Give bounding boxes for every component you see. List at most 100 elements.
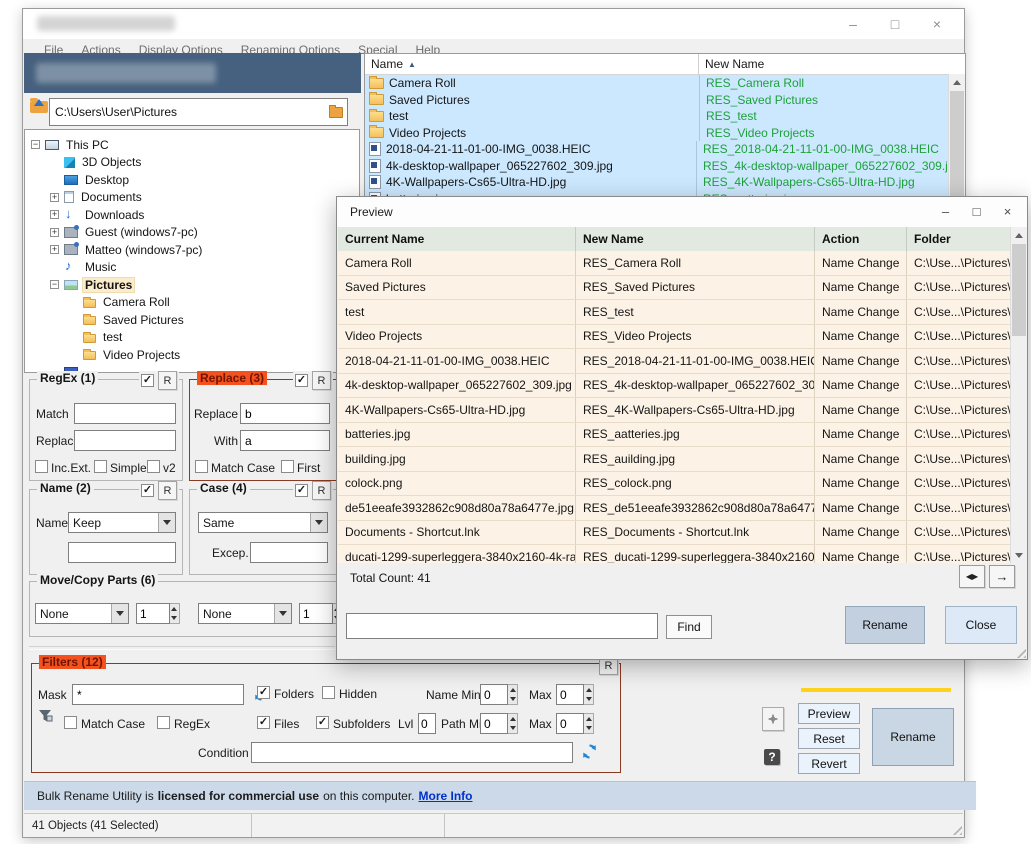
maximize-button[interactable]: □ — [874, 13, 916, 35]
filters-regex-checkbox[interactable] — [157, 716, 170, 729]
dropdown-arrow-icon[interactable] — [158, 513, 175, 532]
tree-expand-icon[interactable]: + — [50, 228, 59, 237]
browse-folder-icon[interactable] — [329, 107, 343, 118]
tree-item[interactable]: +Documents — [25, 189, 359, 207]
replace-enabled-checkbox[interactable] — [295, 374, 308, 387]
filters-name-min-input[interactable] — [480, 684, 508, 705]
spinner-arrows-icon[interactable] — [584, 713, 594, 734]
move-copy-spinner-2-input[interactable] — [299, 603, 333, 624]
move-copy-dropdown-2[interactable]: None — [198, 603, 292, 624]
tree-expand-icon[interactable]: + — [50, 210, 59, 219]
dropdown-arrow-icon[interactable] — [111, 604, 128, 623]
filters-match-case-checkbox[interactable] — [64, 716, 77, 729]
reset-button[interactable]: Reset — [798, 728, 860, 749]
name-enabled-checkbox[interactable] — [141, 484, 154, 497]
close-button[interactable]: × — [916, 13, 958, 35]
rename-button[interactable]: Rename — [872, 708, 954, 766]
case-excep-input[interactable] — [250, 542, 328, 563]
case-reset-button[interactable]: R — [312, 481, 331, 500]
filters-folders-checkbox[interactable] — [257, 686, 270, 699]
regex-simple-checkbox[interactable] — [94, 460, 107, 473]
revert-button[interactable]: Revert — [798, 753, 860, 774]
refresh-icon[interactable] — [582, 744, 597, 759]
regex-incext-checkbox[interactable] — [35, 460, 48, 473]
file-row[interactable]: testRES_test — [365, 108, 965, 125]
replace-with-input[interactable] — [240, 430, 330, 451]
scroll-up-icon[interactable] — [1011, 227, 1027, 243]
tree-item[interactable]: Music — [25, 259, 359, 277]
spinner-arrows-icon[interactable] — [170, 603, 180, 624]
scrollbar-thumb[interactable] — [1012, 244, 1026, 336]
tree-collapse-icon[interactable]: − — [50, 280, 59, 289]
expand-panels-button[interactable] — [762, 707, 784, 731]
filters-subfolders-checkbox[interactable] — [316, 716, 329, 729]
dialog-resize-grip[interactable] — [1013, 645, 1026, 658]
move-copy-dropdown-1[interactable]: None — [35, 603, 129, 624]
filters-name-min-spinner[interactable] — [480, 684, 518, 705]
filters-path-max-spinner[interactable] — [556, 713, 594, 734]
file-row[interactable]: Saved PicturesRES_Saved Pictures — [365, 92, 965, 109]
tree-item[interactable]: −Pictures — [25, 276, 359, 294]
minimize-button[interactable]: – — [832, 13, 874, 35]
tree-item[interactable]: Desktop — [25, 171, 359, 189]
filters-path-min-spinner[interactable] — [480, 713, 518, 734]
case-enabled-checkbox[interactable] — [295, 484, 308, 497]
preview-scrollbar[interactable] — [1010, 227, 1027, 563]
dialog-close-button[interactable]: × — [992, 199, 1023, 223]
filters-path-max-input[interactable] — [556, 713, 584, 734]
find-input[interactable] — [346, 613, 658, 639]
regex-replace-input[interactable] — [74, 430, 176, 451]
dialog-close-action-button[interactable]: Close — [945, 606, 1017, 644]
replace-input[interactable] — [240, 403, 330, 424]
scroll-down-icon[interactable] — [1011, 547, 1027, 563]
replace-reset-button[interactable]: R — [312, 371, 331, 390]
regex-reset-button[interactable]: R — [158, 371, 177, 390]
spinner-arrows-icon[interactable] — [584, 684, 594, 705]
filters-hidden-checkbox[interactable] — [322, 686, 335, 699]
regex-enabled-checkbox[interactable] — [141, 374, 154, 387]
tree-item[interactable]: +Downloads — [25, 206, 359, 224]
tree-collapse-icon[interactable]: − — [31, 140, 40, 149]
regex-match-input[interactable] — [74, 403, 176, 424]
folder-up-icon[interactable] — [30, 101, 48, 113]
filters-condition-input[interactable] — [251, 742, 573, 763]
file-row[interactable]: 4k-desktop-wallpaper_065227602_309.jpgRE… — [365, 158, 965, 175]
filters-lvl-input[interactable] — [418, 713, 436, 734]
spinner-arrows-icon[interactable] — [508, 713, 518, 734]
name-dropdown[interactable]: Keep — [68, 512, 176, 533]
filters-mask-input[interactable] — [72, 684, 244, 705]
replace-match-case-checkbox[interactable] — [195, 460, 208, 473]
dropdown-arrow-icon[interactable] — [274, 604, 291, 623]
fit-columns-icon[interactable]: ◀▶ — [959, 565, 985, 588]
column-folder[interactable]: Folder — [907, 227, 1010, 251]
tree-item[interactable]: Camera Roll — [25, 294, 359, 312]
column-header-name[interactable]: Name ▲ — [365, 54, 699, 74]
file-row[interactable]: Video ProjectsRES_Video Projects — [365, 125, 965, 142]
column-header-new-name[interactable]: New Name — [699, 54, 965, 74]
regex-v2-checkbox[interactable] — [147, 460, 160, 473]
move-copy-spinner-1-input[interactable] — [136, 603, 170, 624]
dropdown-arrow-icon[interactable] — [310, 513, 327, 532]
filters-files-checkbox[interactable] — [257, 716, 270, 729]
file-row[interactable]: 2018-04-21-11-01-00-IMG_0038.HEICRES_201… — [365, 141, 965, 158]
spinner-arrows-icon[interactable] — [508, 684, 518, 705]
file-row[interactable]: 4K-Wallpapers-Cs65-Ultra-HD.jpgRES_4K-Wa… — [365, 174, 965, 191]
dialog-minimize-button[interactable]: – — [930, 199, 961, 223]
tree-item[interactable]: −This PC — [25, 136, 359, 154]
tree-item[interactable]: +Guest (windows7-pc) — [25, 224, 359, 242]
tree-item[interactable]: Saved Pictures — [25, 311, 359, 329]
tree-item[interactable]: 3D Objects — [25, 154, 359, 172]
replace-first-checkbox[interactable] — [281, 460, 294, 473]
tree-item[interactable]: Video Projects — [25, 346, 359, 364]
scroll-up-icon[interactable] — [949, 74, 965, 90]
scrollbar-thumb[interactable] — [950, 91, 964, 196]
filters-name-max-input[interactable] — [556, 684, 584, 705]
column-current-name[interactable]: Current Name — [338, 227, 576, 251]
column-new-name[interactable]: New Name — [576, 227, 815, 251]
filter-funnel-icon[interactable] — [38, 708, 53, 726]
move-copy-spinner-1[interactable] — [136, 603, 180, 624]
tree-item[interactable]: +Matteo (windows7-pc) — [25, 241, 359, 259]
find-button[interactable]: Find — [666, 615, 712, 639]
export-arrow-icon[interactable]: → — [989, 565, 1015, 588]
path-input[interactable] — [50, 105, 329, 119]
